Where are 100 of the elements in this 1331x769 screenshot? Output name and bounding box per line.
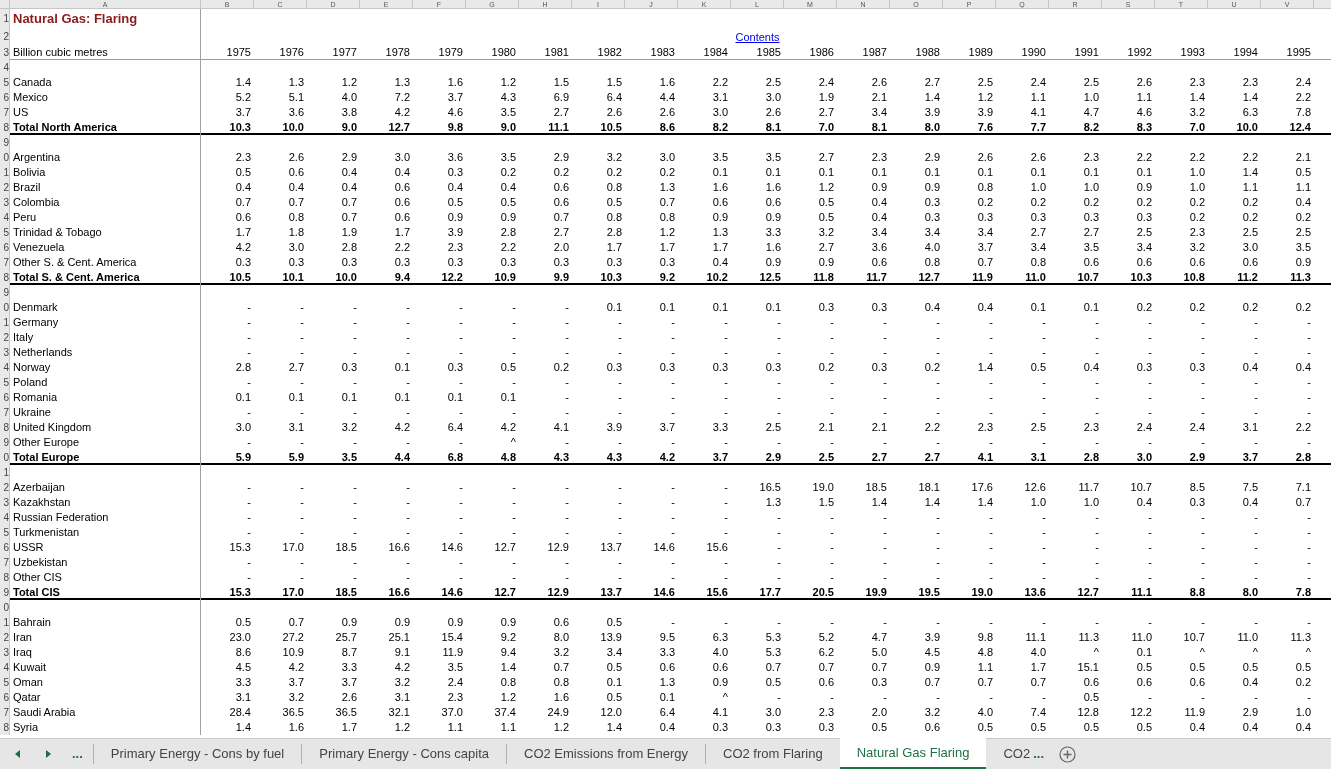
table-cell: - [724,615,728,630]
table-cell: - [618,435,622,450]
table-cell: - [724,405,728,420]
sheet-tab[interactable]: Primary Energy - Cons by fuel [93,738,302,769]
sheet-tab[interactable]: Natural Gas Flaring [839,738,987,769]
table-cell: 0.7 [871,660,887,675]
table-cell: - [989,345,993,360]
table-cell: 2.3 [1083,150,1099,165]
table-cell: 0.4 [977,300,993,315]
table-cell: 0.5 [1295,165,1311,180]
table-cell: - [830,525,834,540]
row-label: Other CIS [13,570,62,585]
table-cell: 0.9 [924,180,940,195]
table-cell: 3.2 [924,705,940,720]
contents-link[interactable]: Contents [735,30,780,45]
table-cell: 0.2 [1242,195,1258,210]
table-cell: 0.7 [553,660,569,675]
table-cell: - [1307,540,1311,555]
table-cell: 12.7 [494,540,516,555]
table-cell: 1.6 [447,75,463,90]
table-cell: 0.4 [924,300,940,315]
table-cell: 12.7 [494,585,516,600]
table-cell: 0.8 [924,255,940,270]
add-sheet-button[interactable] [1058,745,1077,763]
table-cell: - [459,315,463,330]
table-cell: 0.2 [1242,300,1258,315]
table-cell: - [883,510,887,525]
table-cell: 0.6 [1083,675,1099,690]
table-cell: 11.1 [1025,630,1046,645]
table-cell: - [1042,435,1046,450]
table-cell: 3.0 [765,90,781,105]
table-cell: - [565,375,569,390]
table-cell: 0.3 [977,210,993,225]
table-cell: 0.3 [818,300,834,315]
more-sheets-button[interactable]: ... [72,747,83,761]
year-header: 1981 [544,45,569,60]
table-cell: 9.2 [500,630,516,645]
table-cell: - [512,570,516,585]
sheet-tab[interactable]: CO2 Emissions from Energy [507,738,706,769]
table-cell: 1.3 [659,180,675,195]
year-header: 1991 [1074,45,1099,60]
table-cell: - [830,405,834,420]
table-cell: 0.2 [1189,210,1205,225]
table-cell: 0.9 [1136,180,1152,195]
sheet-tab[interactable]: CO2 from Flaring [706,738,840,769]
table-cell: 8.0 [553,630,569,645]
table-cell: 9.5 [659,630,675,645]
table-cell: - [247,480,251,495]
table-cell: 0.5 [1083,690,1099,705]
table-cell: - [512,555,516,570]
table-cell: 0.1 [1083,165,1099,180]
table-cell: 5.3 [765,645,781,660]
table-cell: - [459,375,463,390]
table-cell: - [724,570,728,585]
table-cell: 0.2 [924,360,940,375]
table-cell: 0.5 [235,165,251,180]
table-cell: - [777,540,781,555]
table-cell: 11.1 [1131,585,1152,600]
table-cell: - [1042,330,1046,345]
table-cell: 0.9 [447,615,463,630]
table-cell: - [724,315,728,330]
table-cell: 1.4 [977,360,993,375]
table-cell: 0.3 [1030,210,1046,225]
more-sheets-button[interactable]: ... [1033,744,1045,764]
table-cell: - [936,690,940,705]
table-cell: - [830,435,834,450]
sheet-tab[interactable]: Primary Energy - Cons capita [302,738,507,769]
table-cell: 1.7 [341,720,357,735]
table-cell: 0.5 [235,615,251,630]
table-cell: - [724,375,728,390]
table-cell: 18.1 [918,480,940,495]
table-cell: 3.3 [341,660,357,675]
table-cell: 1.6 [712,180,728,195]
table-cell: - [565,315,569,330]
table-cell: 0.1 [606,675,622,690]
table-cell: 3.2 [288,690,304,705]
table-cell: - [1254,615,1258,630]
table-cell: - [1042,615,1046,630]
table-cell: 2.3 [818,705,834,720]
table-cell: 10.3 [229,120,251,135]
row-label: Poland [13,375,48,390]
table-cell: 2.2 [1189,150,1205,165]
table-cell: - [353,510,357,525]
table-cell: 0.5 [500,195,516,210]
table-cell: - [830,555,834,570]
table-cell: 2.4 [1136,420,1152,435]
table-cell: - [830,615,834,630]
table-cell: 4.6 [447,105,463,120]
table-cell: - [936,555,940,570]
table-cell: 0.5 [1136,720,1152,735]
table-cell: - [671,555,675,570]
table-cell: 15.1 [1077,660,1099,675]
table-cell: - [724,555,728,570]
table-cell: 2.5 [765,420,781,435]
table-cell: - [1095,570,1099,585]
table-cell: 0.1 [765,165,781,180]
table-cell: - [936,615,940,630]
table-cell: - [565,390,569,405]
table-cell: 1.2 [977,90,993,105]
table-cell: - [618,570,622,585]
